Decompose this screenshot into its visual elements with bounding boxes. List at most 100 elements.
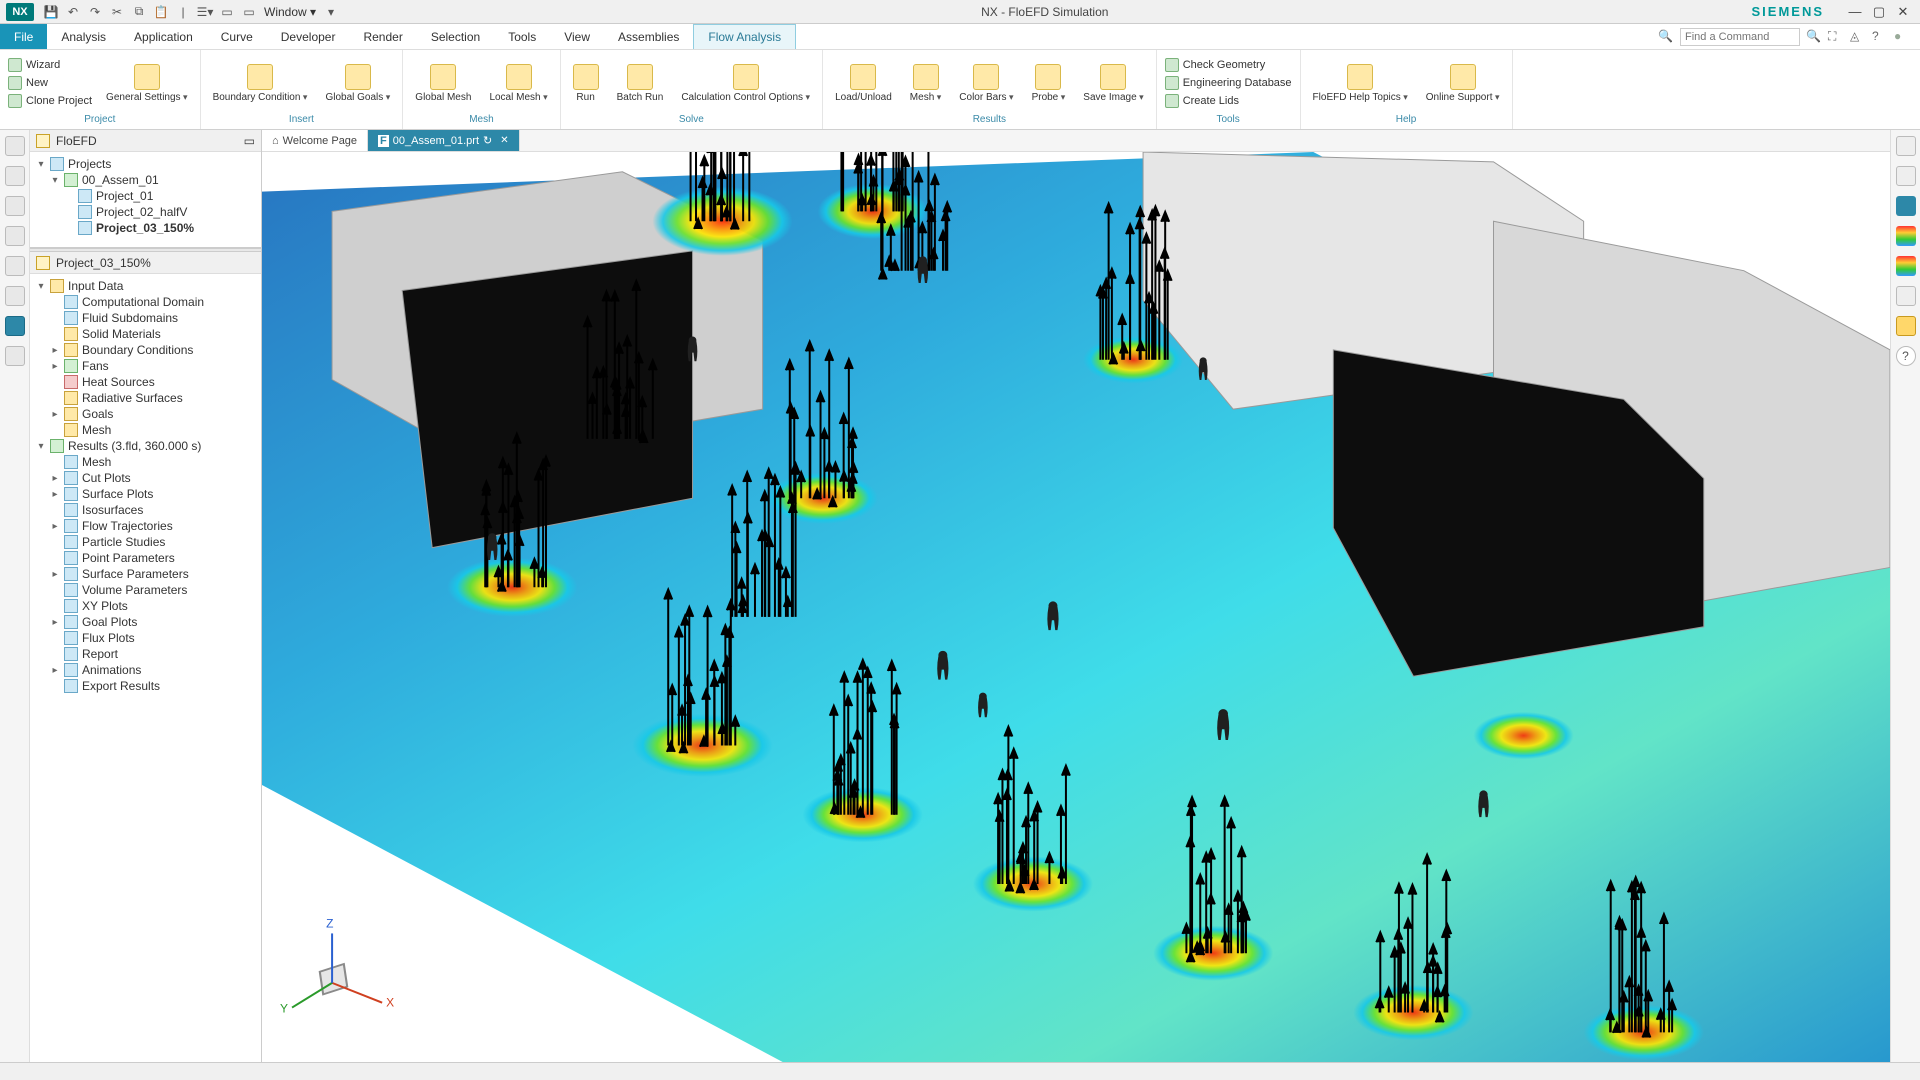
expand-icon[interactable]: ▾ bbox=[36, 281, 46, 292]
view-orient-icon[interactable] bbox=[1896, 166, 1916, 186]
ribbon-run-button[interactable]: Run bbox=[567, 62, 605, 105]
expand-icon[interactable]: ▸ bbox=[50, 521, 60, 532]
tree-row[interactable]: Radiative Surfaces bbox=[32, 390, 259, 406]
menu-render[interactable]: Render bbox=[349, 24, 416, 49]
tab-refresh-icon[interactable]: ↻ bbox=[483, 134, 492, 147]
menu-assemblies[interactable]: Assemblies bbox=[604, 24, 693, 49]
ribbon-check-geometry[interactable]: Check Geometry bbox=[1163, 57, 1294, 73]
ribbon-general-settings-button[interactable]: General Settings bbox=[100, 62, 194, 105]
tree-row[interactable]: ▸Animations bbox=[32, 662, 259, 678]
tree-row[interactable]: Mesh bbox=[32, 422, 259, 438]
expand-icon[interactable]: ▾ bbox=[36, 159, 46, 170]
tree-row[interactable]: Project_02_halfV bbox=[32, 204, 259, 220]
tree-row[interactable]: ▾Input Data bbox=[32, 278, 259, 294]
qat-overflow-icon[interactable]: ▾ bbox=[324, 5, 338, 19]
legend-icon[interactable] bbox=[1896, 256, 1916, 276]
floefd-panel-icon[interactable] bbox=[5, 316, 25, 336]
paste-icon[interactable]: 📋 bbox=[154, 5, 168, 19]
redo-icon[interactable]: ↷ bbox=[88, 5, 102, 19]
ribbon-create-lids[interactable]: Create Lids bbox=[1163, 93, 1294, 109]
assembly-navigator-icon[interactable] bbox=[5, 136, 25, 156]
menu-file[interactable]: File bbox=[0, 24, 47, 49]
ribbon-engineering-database[interactable]: Engineering Database bbox=[1163, 75, 1294, 91]
touch-icon[interactable]: ☰▾ bbox=[198, 5, 212, 19]
roles-icon[interactable] bbox=[5, 286, 25, 306]
tree-row[interactable]: Solid Materials bbox=[32, 326, 259, 342]
search-icon[interactable]: 🔍 bbox=[1658, 29, 1674, 45]
menu-flow-analysis[interactable]: Flow Analysis bbox=[693, 24, 796, 49]
ribbon-probe-button[interactable]: Probe bbox=[1026, 62, 1072, 105]
ribbon-new[interactable]: New bbox=[6, 75, 94, 91]
menu-developer[interactable]: Developer bbox=[267, 24, 350, 49]
panel-pin-icon[interactable]: ▭ bbox=[244, 134, 255, 148]
expand-icon[interactable]: ▸ bbox=[50, 345, 60, 356]
constraint-navigator-icon[interactable] bbox=[5, 196, 25, 216]
menu-tools[interactable]: Tools bbox=[494, 24, 550, 49]
palette-icon[interactable] bbox=[5, 346, 25, 366]
tree-row[interactable]: ▾00_Assem_01 bbox=[32, 172, 259, 188]
ribbon-load/unload-button[interactable]: Load/Unload bbox=[829, 62, 898, 105]
ribbon-mesh-button[interactable]: Mesh bbox=[904, 62, 947, 105]
tree-row[interactable]: ▸Fans bbox=[32, 358, 259, 374]
expand-icon[interactable]: ▸ bbox=[50, 473, 60, 484]
expand-icon[interactable]: ▸ bbox=[50, 409, 60, 420]
save-icon[interactable]: 💾 bbox=[44, 5, 58, 19]
tree-row[interactable]: Point Parameters bbox=[32, 550, 259, 566]
tree-row[interactable]: Export Results bbox=[32, 678, 259, 694]
tile-icon[interactable]: ▭ bbox=[220, 5, 234, 19]
window-icon[interactable]: ▭ bbox=[242, 5, 256, 19]
ribbon-floefd-help-topics-button[interactable]: FloEFD Help Topics bbox=[1307, 62, 1414, 105]
tree-row[interactable]: ▸Surface Parameters bbox=[32, 566, 259, 582]
expand-icon[interactable]: ▾ bbox=[50, 175, 60, 186]
tree-row[interactable]: ▸Goal Plots bbox=[32, 614, 259, 630]
history-icon[interactable] bbox=[5, 226, 25, 246]
copy-icon[interactable]: ⧉ bbox=[132, 5, 146, 19]
menu-analysis[interactable]: Analysis bbox=[47, 24, 120, 49]
open-folder-icon[interactable] bbox=[1896, 316, 1916, 336]
tree-row[interactable]: Project_01 bbox=[32, 188, 259, 204]
tree-row[interactable]: ▸Flow Trajectories bbox=[32, 518, 259, 534]
tree-row[interactable]: ▸Surface Plots bbox=[32, 486, 259, 502]
part-navigator-icon[interactable] bbox=[5, 166, 25, 186]
tree-row[interactable]: ▸Cut Plots bbox=[32, 470, 259, 486]
ribbon-save-image-button[interactable]: Save Image bbox=[1077, 62, 1149, 105]
tree-row[interactable]: ▾Results (3.fld, 360.000 s) bbox=[32, 438, 259, 454]
ribbon-calculation-control-options-button[interactable]: Calculation Control Options bbox=[675, 62, 816, 105]
expand-icon[interactable]: ▸ bbox=[50, 489, 60, 500]
browser-icon[interactable] bbox=[5, 256, 25, 276]
ribbon-online-support-button[interactable]: Online Support bbox=[1420, 62, 1506, 105]
close-button[interactable]: ✕ bbox=[1894, 4, 1912, 20]
tab-welcome[interactable]: ⌂ Welcome Page bbox=[262, 130, 368, 151]
expand-icon[interactable]: ▸ bbox=[50, 665, 60, 676]
tab-active-file[interactable]: F 00_Assem_01.prt ↻ ✕ bbox=[368, 130, 520, 151]
tree-row[interactable]: Flux Plots bbox=[32, 630, 259, 646]
undo-icon[interactable]: ↶ bbox=[66, 5, 80, 19]
search-go-icon[interactable]: 🔍 bbox=[1806, 29, 1822, 45]
search-input[interactable] bbox=[1680, 28, 1800, 46]
tree-row[interactable]: Particle Studies bbox=[32, 534, 259, 550]
tree-row[interactable]: ▸Boundary Conditions bbox=[32, 342, 259, 358]
tree-row[interactable]: Volume Parameters bbox=[32, 582, 259, 598]
probe-tool-icon[interactable] bbox=[1896, 286, 1916, 306]
tree-row[interactable]: Fluid Subdomains bbox=[32, 310, 259, 326]
viewport-3d[interactable]: X Y Z bbox=[262, 152, 1890, 1062]
ribbon-local-mesh-button[interactable]: Local Mesh bbox=[483, 62, 553, 105]
tab-close-icon[interactable]: ✕ bbox=[500, 135, 508, 146]
tree-row[interactable]: Computational Domain bbox=[32, 294, 259, 310]
ribbon-wizard[interactable]: Wizard bbox=[6, 57, 94, 73]
tree-row[interactable]: Project_03_150% bbox=[32, 220, 259, 236]
tree-row[interactable]: Mesh bbox=[32, 454, 259, 470]
menu-selection[interactable]: Selection bbox=[417, 24, 494, 49]
ribbon-color-bars-button[interactable]: Color Bars bbox=[953, 62, 1019, 105]
view-section-icon[interactable] bbox=[1896, 196, 1916, 216]
ribbon-global-goals-button[interactable]: Global Goals bbox=[319, 62, 396, 105]
tree-row[interactable]: Isosurfaces bbox=[32, 502, 259, 518]
help-roundel-icon[interactable]: ? bbox=[1896, 346, 1916, 366]
view-fit-icon[interactable] bbox=[1896, 136, 1916, 156]
ribbon-batch-run-button[interactable]: Batch Run bbox=[611, 62, 670, 105]
menu-application[interactable]: Application bbox=[120, 24, 207, 49]
tree-row[interactable]: Heat Sources bbox=[32, 374, 259, 390]
maximize-button[interactable]: ▢ bbox=[1870, 4, 1888, 20]
help-icon[interactable]: ? bbox=[1872, 29, 1888, 45]
tree-row[interactable]: ▸Goals bbox=[32, 406, 259, 422]
